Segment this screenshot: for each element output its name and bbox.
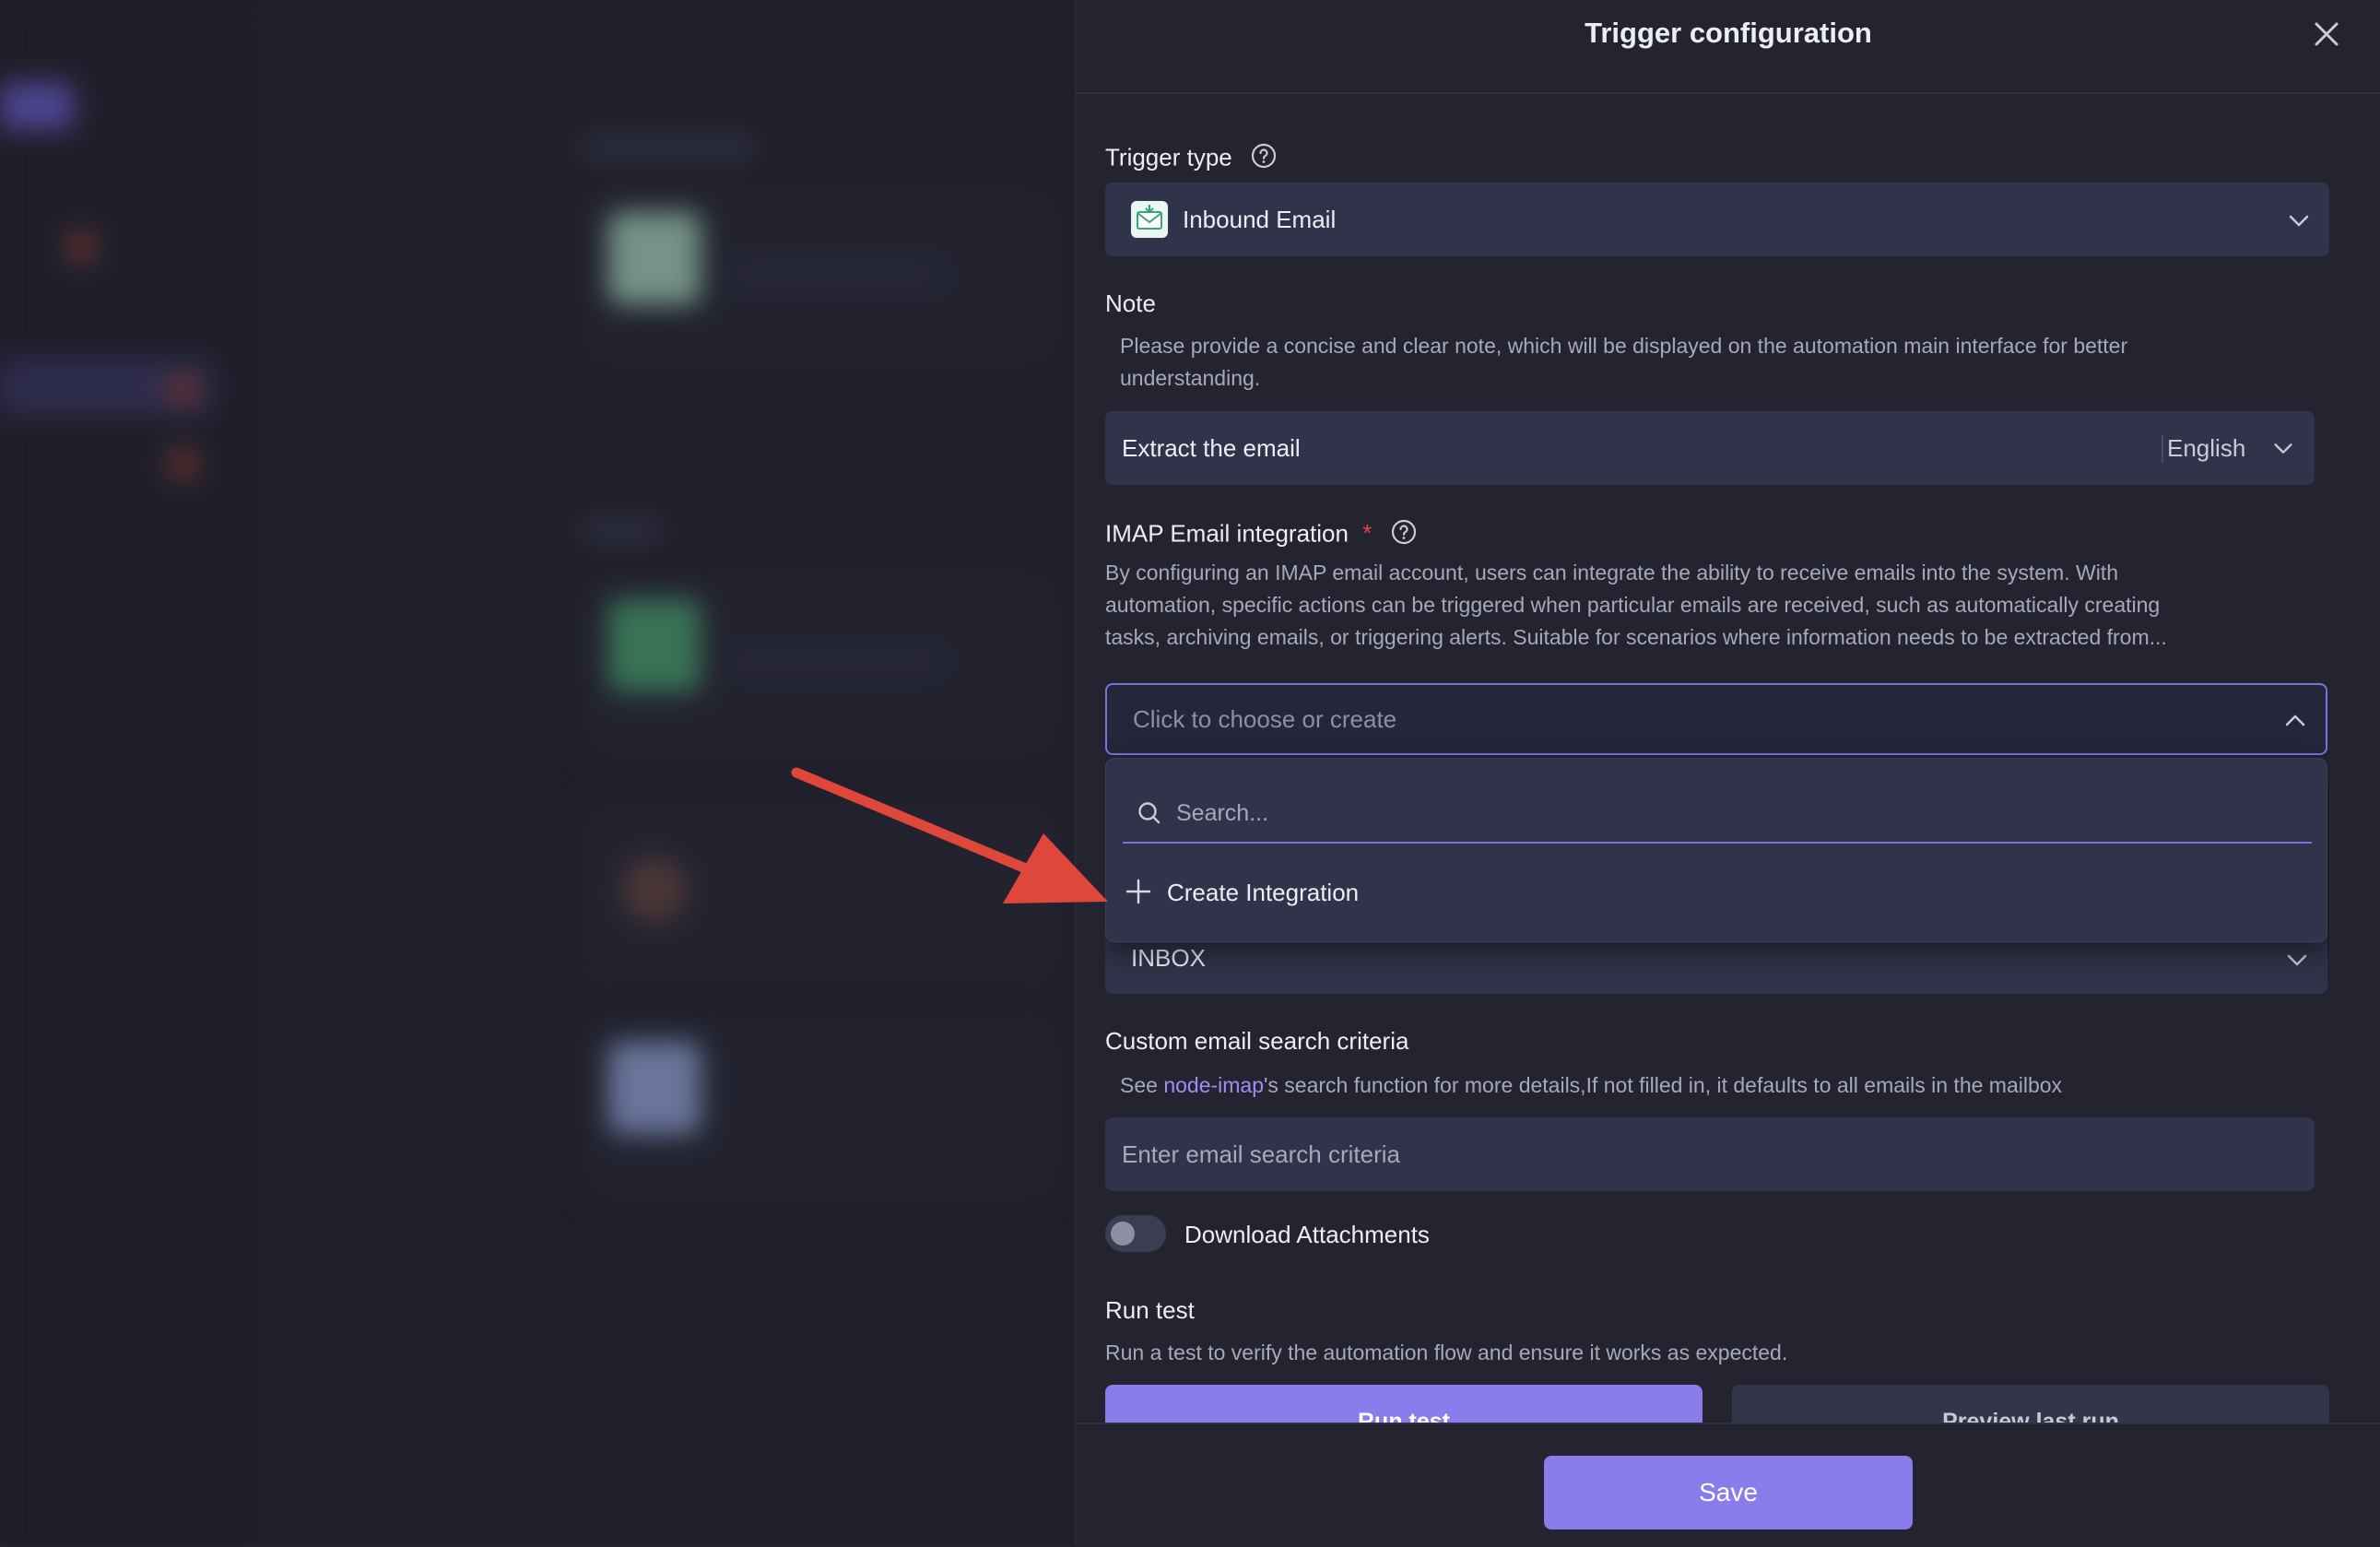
criteria-desc-suffix: 's search function for more details,If n… bbox=[1264, 1073, 2063, 1097]
email-search-criteria-input[interactable]: Enter email search criteria bbox=[1105, 1117, 2315, 1191]
search-icon bbox=[1138, 802, 1161, 824]
imap-description-line: tasks, archiving emails, or triggering a… bbox=[1105, 625, 2167, 649]
criteria-description: See node-imap's search function for more… bbox=[1120, 1069, 2062, 1102]
annotation-arrow-icon bbox=[791, 767, 1108, 903]
note-description-line: Please provide a concise and clear note,… bbox=[1120, 334, 2128, 358]
create-integration-option[interactable]: Create Integration bbox=[1106, 860, 2327, 925]
chevron-down-icon bbox=[2287, 954, 2307, 966]
inbound-email-icon bbox=[1131, 201, 1168, 238]
dropdown-search bbox=[1123, 785, 2312, 844]
question-circle-icon[interactable] bbox=[1250, 142, 1278, 176]
imap-description-line: By configuring an IMAP email account, us… bbox=[1105, 561, 2118, 585]
download-attachments-toggle[interactable] bbox=[1105, 1215, 1166, 1252]
save-button[interactable]: Save bbox=[1544, 1456, 1913, 1529]
chevron-down-icon bbox=[2274, 443, 2292, 454]
drawer-title: Trigger configuration bbox=[1585, 17, 1872, 49]
run-test-description: Run a test to verify the automation flow… bbox=[1105, 1340, 1788, 1364]
toggle-knob bbox=[1111, 1222, 1135, 1246]
dropdown-search-input[interactable] bbox=[1174, 785, 2303, 842]
imap-label-text: IMAP Email integration bbox=[1105, 519, 1349, 548]
divider bbox=[2162, 435, 2163, 463]
language-value: English bbox=[2167, 434, 2246, 462]
drawer-header: Trigger configuration bbox=[1076, 0, 2380, 94]
node-imap-link[interactable]: node-imap bbox=[1163, 1073, 1264, 1097]
trigger-configuration-drawer: Trigger configuration Trigger type Inbou… bbox=[1075, 0, 2380, 1547]
imap-description-line: automation, specific actions can be trig… bbox=[1105, 593, 2161, 617]
question-circle-icon[interactable] bbox=[1390, 518, 1418, 552]
trigger-type-select[interactable]: Inbound Email bbox=[1105, 183, 2329, 256]
imap-integration-select[interactable]: Click to choose or create bbox=[1105, 683, 2327, 755]
criteria-desc-prefix: See bbox=[1120, 1073, 1164, 1097]
create-integration-label: Create Integration bbox=[1167, 879, 1360, 906]
imap-description: By configuring an IMAP email account, us… bbox=[1105, 557, 2167, 654]
required-mark: * bbox=[1362, 519, 1373, 548]
language-select[interactable]: English bbox=[2167, 411, 2296, 485]
criteria-label: Custom email search criteria bbox=[1105, 1027, 1409, 1055]
preview-last-run-button[interactable]: Preview last run bbox=[1732, 1385, 2329, 1423]
plus-icon bbox=[1125, 879, 1151, 904]
drawer-footer: Save bbox=[1076, 1423, 2380, 1547]
note-description: Please provide a concise and clear note,… bbox=[1120, 330, 2127, 395]
trigger-type-label: Trigger type bbox=[1105, 142, 1278, 176]
note-input[interactable]: Extract the email English bbox=[1105, 411, 2315, 485]
chevron-down-icon bbox=[2289, 215, 2309, 227]
imap-placeholder: Click to choose or create bbox=[1133, 705, 1397, 733]
imap-label: IMAP Email integration * bbox=[1105, 518, 1418, 552]
note-description-line: understanding. bbox=[1120, 366, 1261, 390]
imap-integration-dropdown: Create Integration bbox=[1105, 758, 2327, 942]
criteria-placeholder: Enter email search criteria bbox=[1122, 1140, 1400, 1168]
trigger-type-value: Inbound Email bbox=[1183, 206, 1337, 233]
drawer-content: Trigger type Inbound Email Note Please p… bbox=[1105, 92, 2329, 1423]
close-icon[interactable] bbox=[2309, 17, 2344, 52]
run-test-label: Run test bbox=[1105, 1296, 1195, 1324]
download-attachments-label: Download Attachments bbox=[1184, 1221, 1430, 1248]
chevron-up-icon bbox=[2285, 714, 2305, 726]
note-value: Extract the email bbox=[1122, 434, 1301, 462]
note-label: Note bbox=[1105, 289, 1156, 317]
trigger-type-label-text: Trigger type bbox=[1105, 143, 1232, 171]
run-test-button[interactable]: Run test bbox=[1105, 1385, 1703, 1423]
